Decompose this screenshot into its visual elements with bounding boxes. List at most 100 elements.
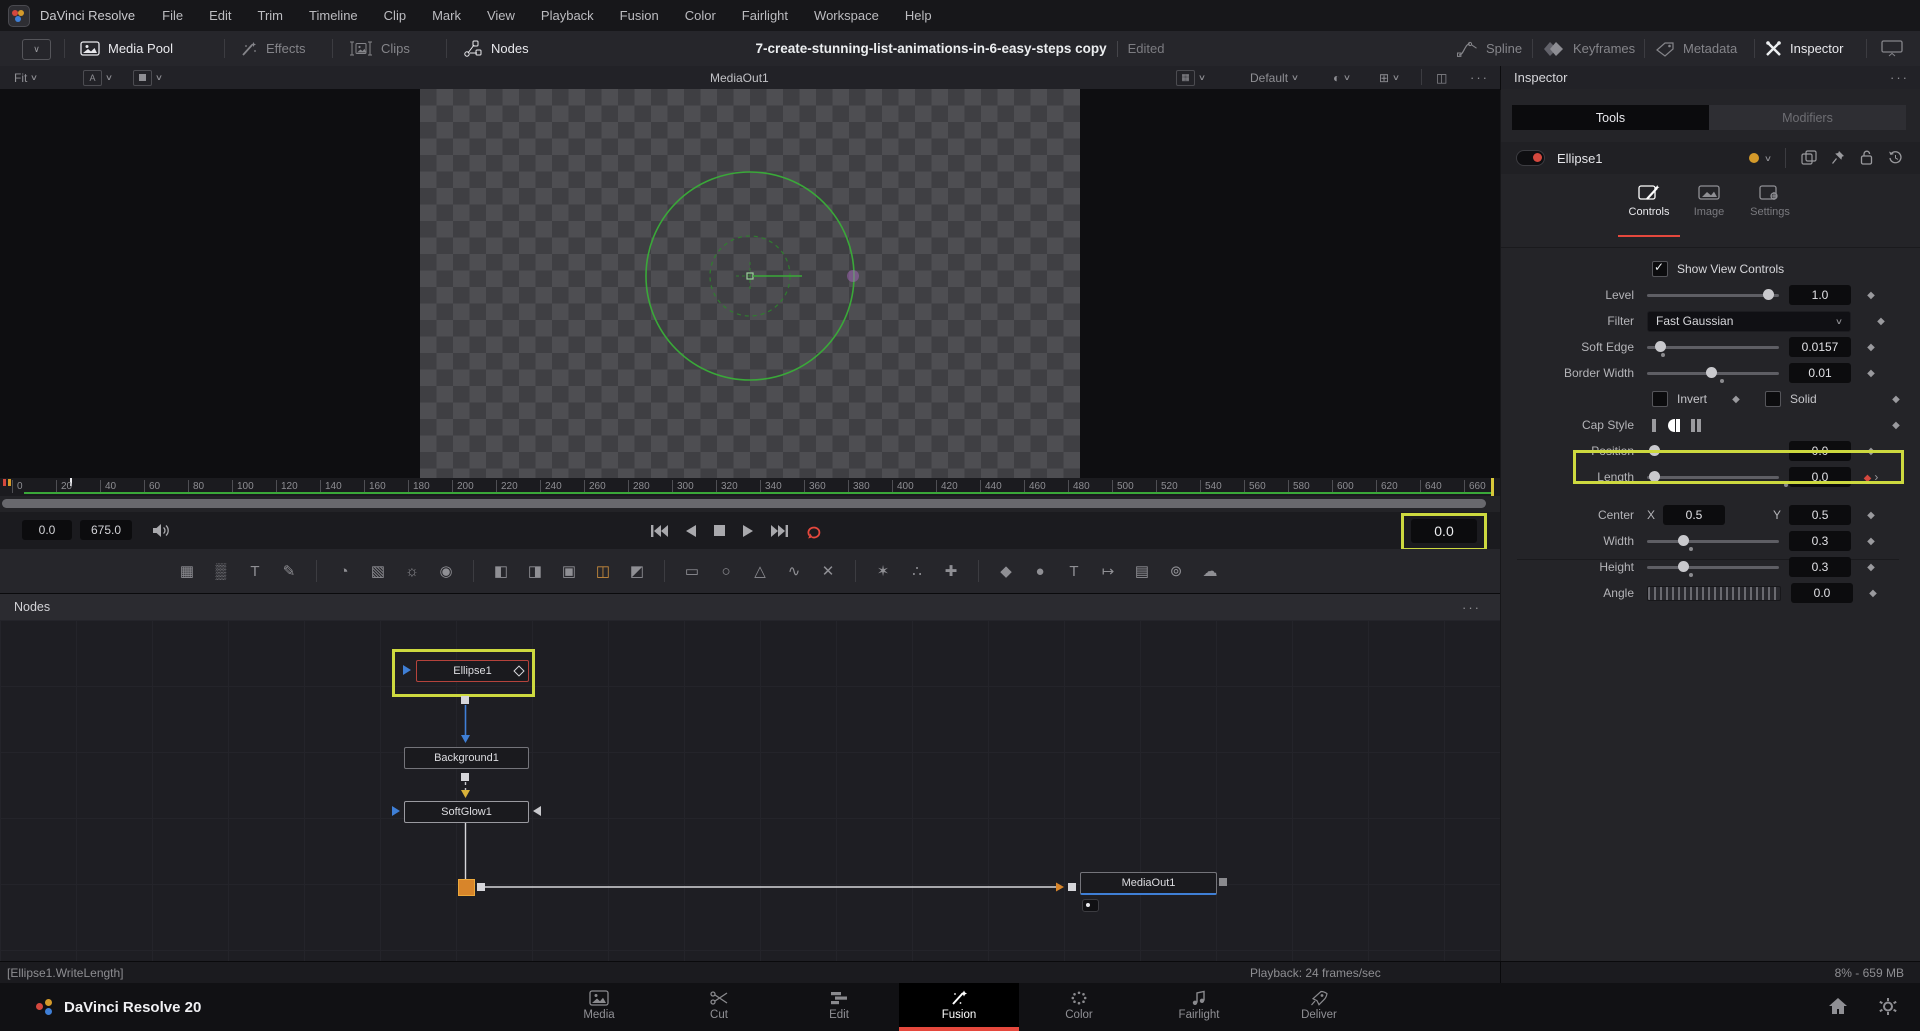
- cap-style-round-button[interactable]: [1668, 418, 1683, 433]
- bspline-mask-tool-icon[interactable]: ∿: [782, 559, 806, 583]
- pin-button[interactable]: [1831, 150, 1845, 165]
- softglow1-input-arrow-icon[interactable]: [533, 806, 541, 816]
- page-tab-fairlight[interactable]: Fairlight: [1139, 983, 1259, 1031]
- page-tab-cut[interactable]: Cut: [659, 983, 779, 1031]
- menu-playback[interactable]: Playback: [528, 8, 607, 23]
- colorcorrector-tool-icon[interactable]: ◔: [332, 559, 356, 583]
- softglow1-view-arrow-icon[interactable]: [392, 806, 400, 816]
- background-tool-icon[interactable]: ▦: [175, 559, 199, 583]
- loop-button[interactable]: [804, 523, 826, 539]
- renderer3d-tool-icon[interactable]: ☁: [1198, 559, 1222, 583]
- ellipse-overlay[interactable]: [420, 89, 1080, 478]
- node-color-dot[interactable]: [1749, 153, 1759, 163]
- brightness-tool-icon[interactable]: ☼: [400, 559, 424, 583]
- nodes-button[interactable]: Nodes: [463, 31, 529, 66]
- tab-modifiers[interactable]: Modifiers: [1709, 105, 1906, 130]
- keyframes-button[interactable]: Keyframes: [1543, 31, 1635, 66]
- page-tab-media[interactable]: Media: [539, 983, 659, 1031]
- invert-checkbox[interactable]: [1652, 391, 1668, 407]
- level-keyframe-icon[interactable]: ◆: [1851, 290, 1891, 301]
- soft-edge-keyframe-icon[interactable]: ◆: [1851, 342, 1891, 353]
- lut-dropdown[interactable]: Default∨: [1250, 66, 1298, 89]
- node-enable-toggle[interactable]: [1516, 150, 1545, 166]
- gain-gamma-button[interactable]: A∨: [83, 66, 112, 89]
- blur-tool-icon[interactable]: ◉: [434, 559, 458, 583]
- merge-under-tool-icon[interactable]: ◨: [523, 559, 547, 583]
- sphere-view-button[interactable]: ◐∨: [1333, 66, 1350, 89]
- page-tab-edit[interactable]: Edit: [779, 983, 899, 1031]
- solid-checkbox[interactable]: [1765, 391, 1781, 407]
- menu-clip[interactable]: Clip: [371, 8, 419, 23]
- center-keyframe-icon[interactable]: ◆: [1851, 510, 1891, 521]
- menu-view[interactable]: View: [474, 8, 528, 23]
- play-reverse-button[interactable]: [684, 524, 698, 538]
- filter-dropdown[interactable]: Fast Gaussian ∨: [1647, 311, 1851, 332]
- sphere3d-tool-icon[interactable]: ●: [1028, 559, 1052, 583]
- scrollbar-thumb[interactable]: [2, 499, 1486, 508]
- menu-fairlight[interactable]: Fairlight: [729, 8, 801, 23]
- node-copy-button[interactable]: [1801, 150, 1817, 165]
- polygon-mask-tool-icon[interactable]: △: [748, 559, 772, 583]
- page-tab-color[interactable]: Color: [1019, 983, 1139, 1031]
- camera3d-tool-icon[interactable]: ⊚: [1164, 559, 1188, 583]
- shape3d-tool-icon[interactable]: ◆: [994, 559, 1018, 583]
- colorcurves-tool-icon[interactable]: ▧: [366, 559, 390, 583]
- node-softglow1[interactable]: SoftGlow1: [404, 801, 529, 823]
- panel-toggle-button[interactable]: [1881, 31, 1903, 66]
- app-logo-icon[interactable]: [8, 5, 30, 27]
- project-settings-button[interactable]: [1878, 997, 1898, 1016]
- background1-output-port[interactable]: [461, 773, 469, 781]
- roi-button[interactable]: ▦∨: [1176, 66, 1205, 89]
- border-width-value[interactable]: 0.01: [1789, 363, 1851, 383]
- timeline-ruler[interactable]: 0204060801001201401601802002202402602803…: [0, 478, 1500, 496]
- soft-edge-slider[interactable]: [1647, 340, 1779, 354]
- ellipse1-view-arrow-icon[interactable]: [403, 665, 411, 675]
- menu-davinci-resolve[interactable]: DaVinci Resolve: [40, 8, 149, 23]
- height-keyframe-icon[interactable]: ◆: [1851, 562, 1891, 573]
- cap-style-keyframe-icon[interactable]: ◆: [1876, 420, 1916, 431]
- project-manager-button[interactable]: [1828, 997, 1848, 1015]
- tab-tools[interactable]: Tools: [1512, 105, 1709, 130]
- fastnoise-tool-icon[interactable]: ▒: [209, 559, 233, 583]
- stop-button[interactable]: [713, 524, 726, 537]
- range-out-field[interactable]: 675.0: [80, 520, 132, 540]
- grid-view-button[interactable]: ⊞∨: [1379, 66, 1399, 89]
- border-width-slider[interactable]: [1647, 366, 1779, 380]
- transform3d-tool-icon[interactable]: ↦: [1096, 559, 1120, 583]
- viewer-canvas[interactable]: [0, 89, 1500, 479]
- mediaout1-input-port[interactable]: [1068, 883, 1076, 891]
- solid-keyframe-icon[interactable]: ◆: [1876, 394, 1916, 405]
- pmerge-tool-icon[interactable]: ∴: [905, 559, 929, 583]
- node-graph-canvas[interactable]: Ellipse1 Background1 SoftGlow1 MediaOut1: [0, 620, 1500, 962]
- inspector-options-button[interactable]: ···: [1890, 66, 1909, 89]
- paint-tool-icon[interactable]: ✎: [277, 559, 301, 583]
- chevron-down-icon[interactable]: ∨: [1764, 154, 1772, 163]
- nodes-options-button[interactable]: ···: [1462, 600, 1481, 615]
- junction-output-port[interactable]: [477, 883, 485, 891]
- text3d-tool-icon[interactable]: T: [1062, 559, 1086, 583]
- metadata-button[interactable]: Metadata: [1655, 31, 1737, 66]
- effects-button[interactable]: Effects: [240, 31, 306, 66]
- textplus-tool-icon[interactable]: T: [243, 559, 267, 583]
- height-slider[interactable]: [1647, 560, 1779, 574]
- layer-tool-icon[interactable]: ◩: [625, 559, 649, 583]
- goto-start-button[interactable]: [650, 524, 669, 538]
- center-y-value[interactable]: 0.5: [1789, 505, 1851, 525]
- ellipse-mask-tool-icon[interactable]: ○: [714, 559, 738, 583]
- audio-mute-button[interactable]: [152, 523, 171, 538]
- menu-timeline[interactable]: Timeline: [296, 8, 371, 23]
- merge-tool-icon[interactable]: ◧: [489, 559, 513, 583]
- viewer-assign-indicator[interactable]: [1082, 899, 1099, 912]
- menu-workspace[interactable]: Workspace: [801, 8, 892, 23]
- width-keyframe-icon[interactable]: ◆: [1851, 536, 1891, 547]
- node-background1[interactable]: Background1: [404, 747, 529, 769]
- timeline-scrollbar[interactable]: [0, 496, 1500, 513]
- node-ellipse1[interactable]: Ellipse1: [416, 660, 529, 682]
- pemitter-tool-icon[interactable]: ✶: [871, 559, 895, 583]
- mediaout1-output-port[interactable]: [1219, 878, 1227, 886]
- instance-node-orange[interactable]: [458, 879, 475, 896]
- angle-thumbwheel[interactable]: [1647, 586, 1781, 601]
- spline-button[interactable]: Spline: [1457, 31, 1522, 66]
- mediaout-tool-icon[interactable]: ◫: [591, 559, 615, 583]
- menu-mark[interactable]: Mark: [419, 8, 474, 23]
